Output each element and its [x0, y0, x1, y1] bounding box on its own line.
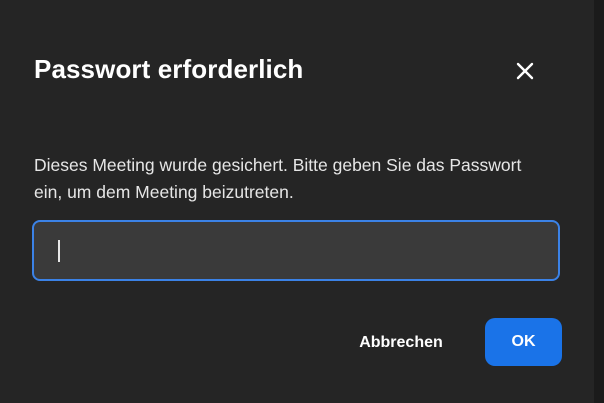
dialog-message: Dieses Meeting wurde gesichert. Bitte ge… — [34, 155, 522, 202]
text-caret — [58, 240, 60, 262]
ok-button[interactable]: OK — [485, 318, 562, 366]
dialog-title: Passwort erforderlich — [34, 54, 304, 84]
password-dialog: Passwort erforderlich Dieses Meeting wur… — [0, 0, 594, 403]
window-edge — [594, 0, 604, 403]
close-button[interactable] — [508, 54, 542, 88]
password-input[interactable] — [32, 220, 560, 281]
close-icon — [515, 61, 535, 81]
cancel-button[interactable]: Abbrechen — [344, 320, 458, 366]
